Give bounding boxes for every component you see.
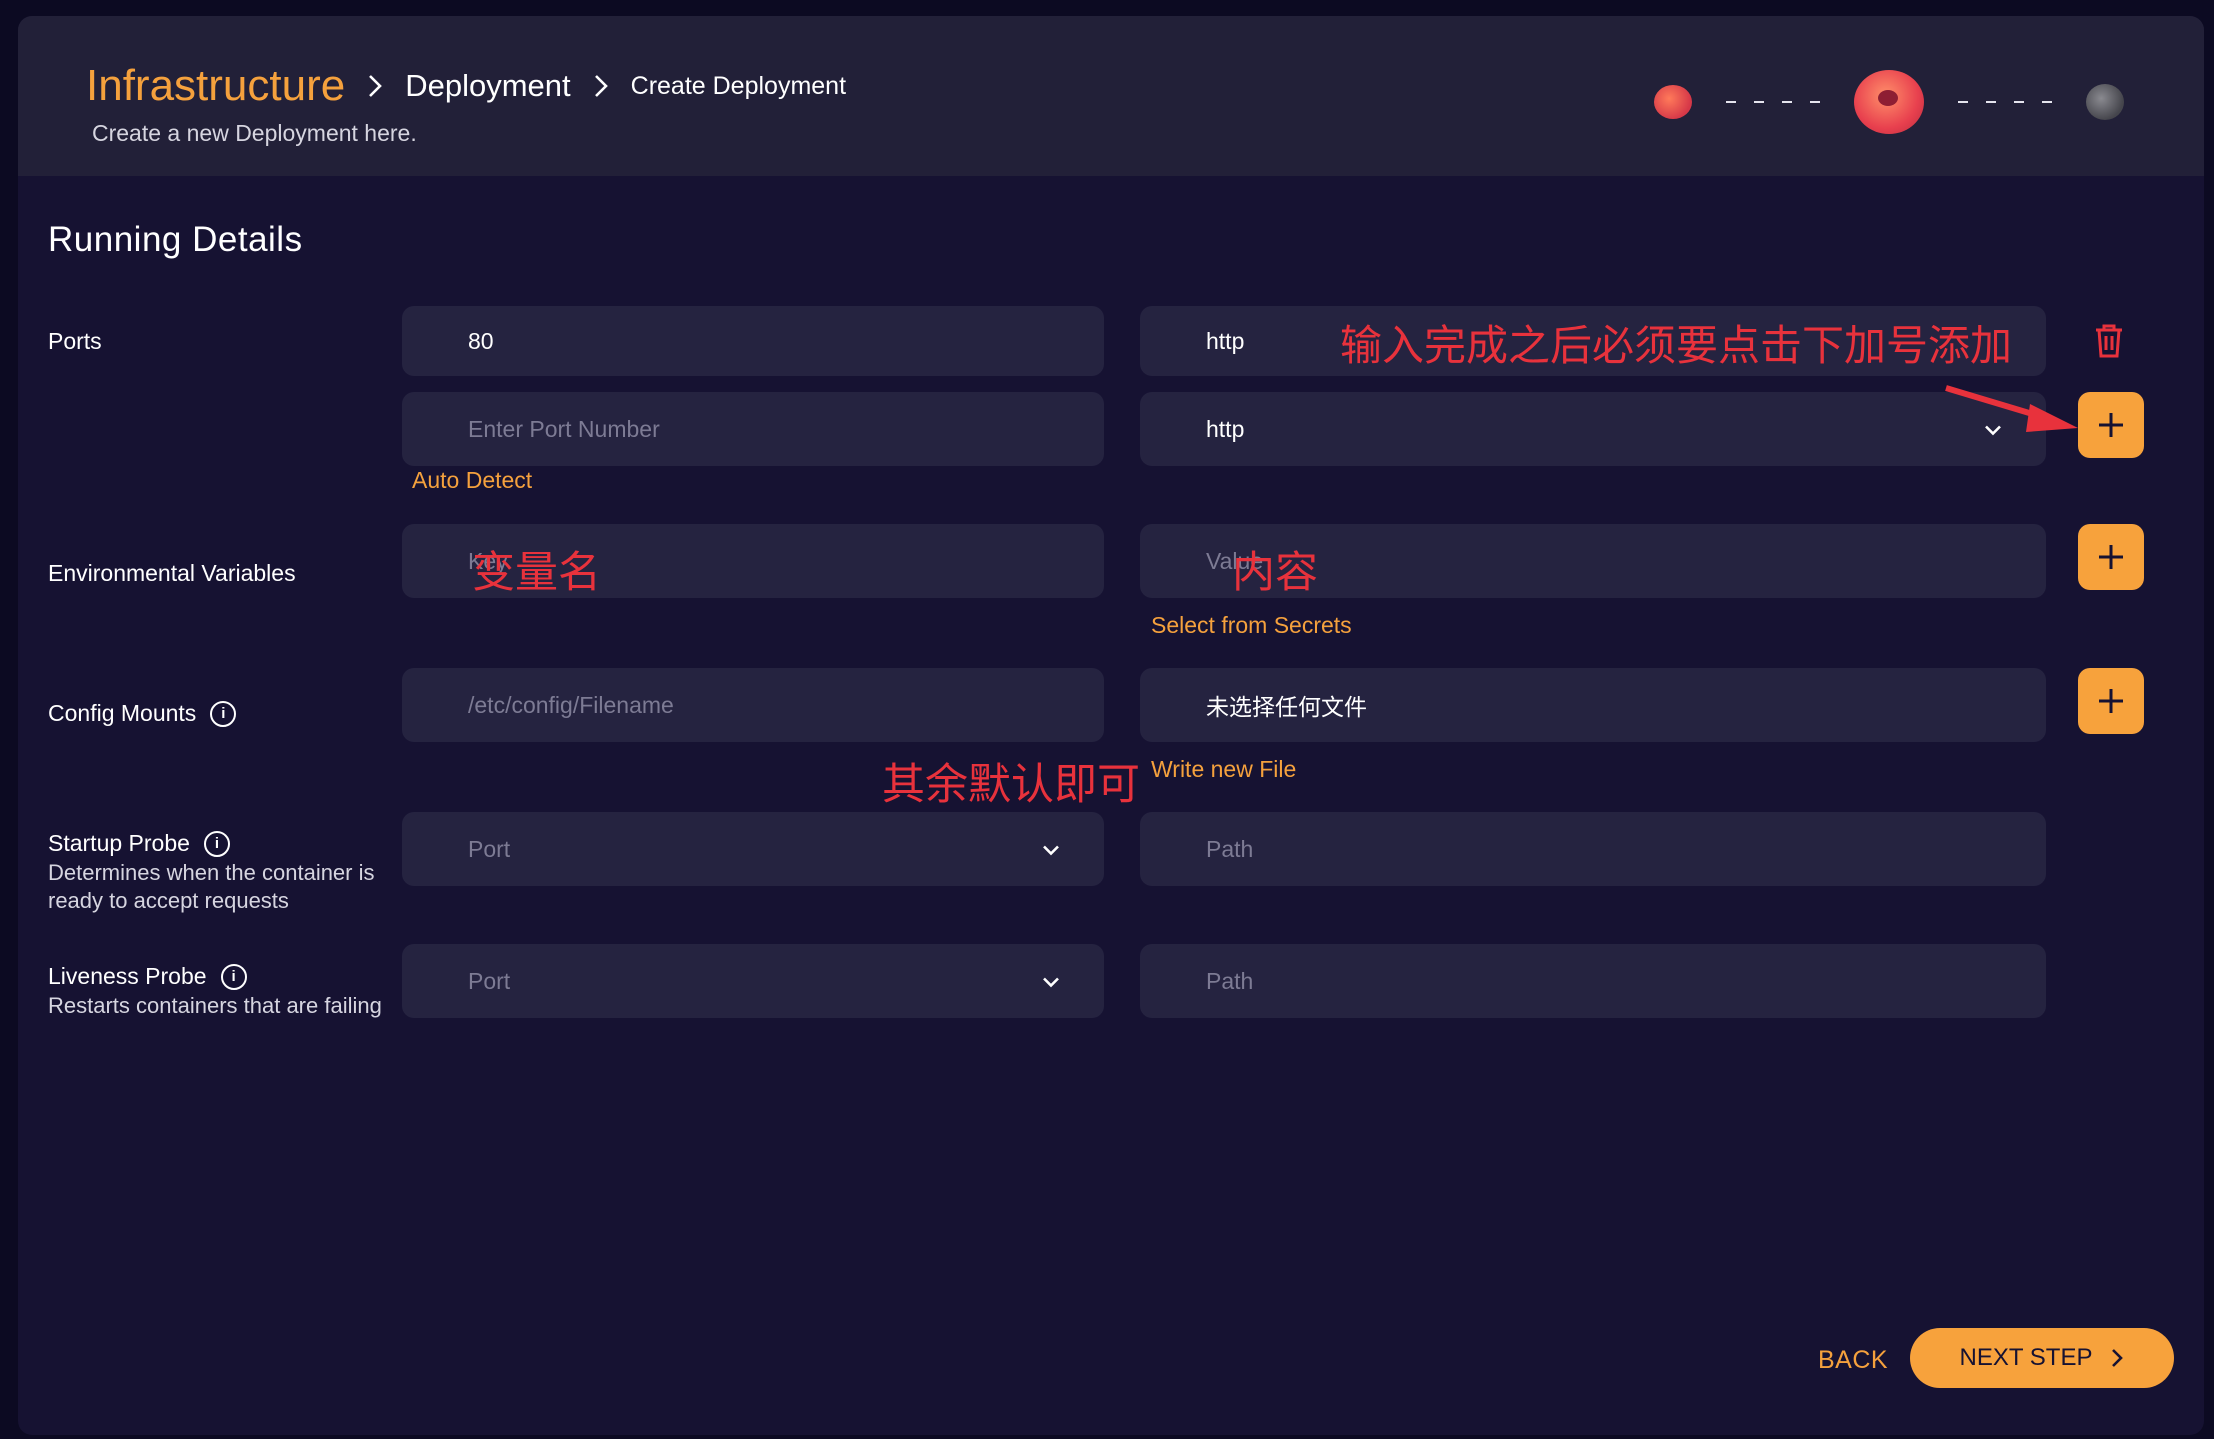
port-number-input[interactable] (402, 392, 1104, 466)
liveness-path-field[interactable] (1206, 967, 1878, 995)
startup-probe-label: Startup Probe i (48, 830, 230, 857)
liveness-probe-port-select[interactable]: Port (402, 944, 1104, 1018)
annotation-arrow-icon (1945, 385, 2078, 432)
plus-icon (2099, 689, 2123, 713)
add-env-button[interactable] (2078, 524, 2144, 590)
port-number-field[interactable] (468, 415, 977, 443)
chevron-right-icon (2112, 1349, 2124, 1367)
step-1-done-icon (1654, 85, 1692, 119)
config-mounts-label-text: Config Mounts (48, 700, 197, 726)
next-step-label: NEXT STEP (1959, 1344, 2093, 1371)
info-icon[interactable]: i (203, 830, 230, 857)
config-mounts-label: Config Mounts i (48, 700, 237, 727)
protocol-selected-value: http (1206, 415, 1245, 442)
write-new-file-link[interactable]: Write new File (1151, 756, 1296, 783)
breadcrumb-create-deployment: Create Deployment (630, 71, 847, 100)
plus-icon (2099, 545, 2123, 569)
breadcrumb-infrastructure[interactable]: Infrastructure (86, 61, 345, 111)
section-title: Running Details (48, 220, 303, 259)
startup-probe-port-select[interactable]: Port (402, 812, 1104, 886)
chevron-right-icon (345, 73, 405, 99)
file-picker-status: 未选择任何文件 (1206, 694, 1367, 720)
env-label-text: Environmental Variables (48, 560, 296, 586)
annotation-value-hint: 内容 (1232, 548, 1318, 598)
plus-icon (2099, 413, 2123, 437)
ports-label-text: Ports (48, 328, 102, 354)
back-button[interactable]: BACK (1818, 1346, 1888, 1375)
annotation-default-hint: 其余默认即可 (882, 760, 1140, 810)
config-file-picker[interactable]: 未选择任何文件 (1140, 668, 2046, 742)
liveness-port-placeholder: Port (468, 967, 511, 994)
chevron-down-icon (1042, 968, 1060, 995)
port-protocol-value: http (1206, 327, 1245, 354)
port-protocol-select[interactable]: http (1140, 392, 2046, 466)
ports-label: Ports (48, 328, 102, 355)
auto-detect-link[interactable]: Auto Detect (412, 467, 532, 494)
annotation-plus-hint: 输入完成之后必须要点击下加号添加 (1340, 321, 2013, 370)
step-2-current-icon (1854, 70, 1924, 134)
startup-path-field[interactable] (1206, 835, 1878, 863)
info-icon[interactable]: i (220, 963, 247, 990)
step-connector (1958, 101, 2052, 103)
chevron-right-icon (571, 73, 631, 99)
annotation-key-hint: 变量名 (472, 548, 601, 598)
breadcrumb: Infrastructure Deployment Create Deploym… (86, 56, 846, 116)
config-path-input[interactable] (402, 668, 1104, 742)
port-number-value: 80 (468, 327, 494, 354)
startup-port-placeholder: Port (468, 835, 511, 862)
app-frame: Infrastructure Deployment Create Deploym… (18, 16, 2204, 1435)
config-path-field[interactable] (468, 691, 977, 719)
page-header: Infrastructure Deployment Create Deploym… (18, 16, 2204, 176)
page-subtitle: Create a new Deployment here. (92, 120, 417, 146)
step-3-pending-icon (2086, 84, 2124, 120)
next-step-button[interactable]: NEXT STEP (1910, 1328, 2174, 1388)
add-config-mount-button[interactable] (2078, 668, 2144, 734)
breadcrumb-deployment[interactable]: Deployment (405, 68, 570, 104)
liveness-probe-label-text: Liveness Probe (48, 963, 207, 989)
startup-probe-path-input[interactable] (1140, 812, 2046, 886)
env-label: Environmental Variables (48, 560, 296, 587)
startup-probe-label-text: Startup Probe (48, 830, 190, 856)
startup-probe-description: Determines when the container is ready t… (48, 860, 375, 913)
liveness-probe-label: Liveness Probe i (48, 963, 247, 990)
step-progress (1654, 62, 2124, 142)
trash-icon[interactable] (2092, 322, 2126, 365)
select-from-secrets-link[interactable]: Select from Secrets (1151, 612, 1352, 639)
info-icon[interactable]: i (210, 700, 237, 727)
port-number-existing[interactable]: 80 (402, 306, 1104, 376)
chevron-down-icon (1042, 836, 1060, 863)
step-connector (1726, 101, 1820, 103)
liveness-probe-path-input[interactable] (1140, 944, 2046, 1018)
liveness-probe-description: Restarts containers that are failing (48, 993, 382, 1018)
